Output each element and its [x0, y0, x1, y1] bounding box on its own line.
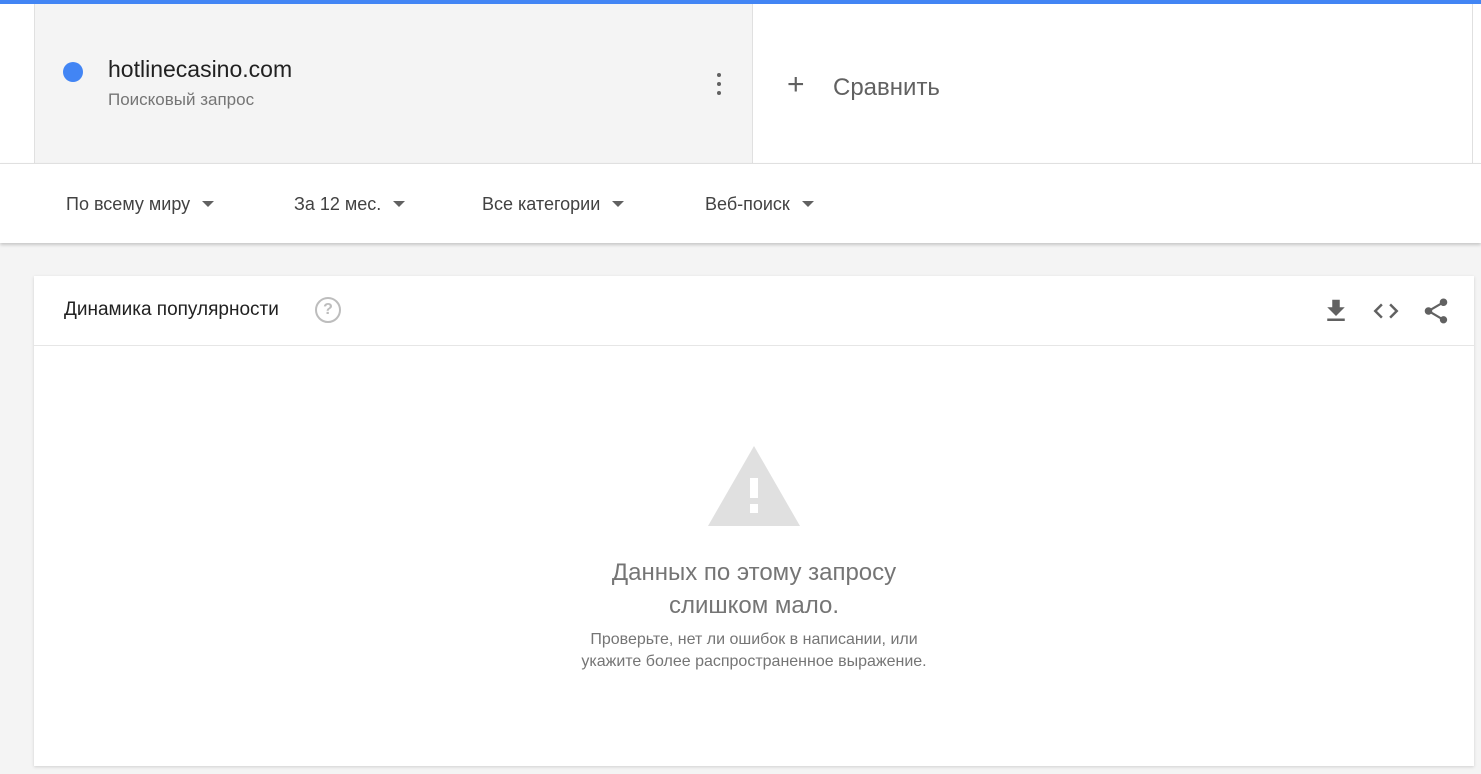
region-filter[interactable]: По всему миру — [66, 194, 215, 215]
widget-header: Динамика популярности ? — [34, 276, 1474, 346]
caret-down-icon — [612, 200, 625, 207]
compare-label: Сравнить — [833, 74, 940, 101]
caret-down-icon — [202, 200, 215, 207]
search-type-filter-label: Веб-поиск — [705, 194, 790, 214]
empty-state: Данных по этому запросу слишком мало. Пр… — [34, 346, 1474, 766]
more-vert-icon[interactable] — [709, 70, 729, 98]
category-filter-label: Все категории — [482, 194, 601, 214]
search-term-card[interactable]: hotlinecasino.com Поисковый запрос — [34, 4, 753, 163]
search-term-name[interactable]: hotlinecasino.com — [108, 56, 292, 83]
period-filter-label: За 12 мес. — [294, 194, 382, 214]
embed-code-icon[interactable] — [1371, 296, 1401, 326]
empty-state-hint-line: укажите более распространенное выражение… — [581, 653, 927, 670]
empty-state-title-line: слишком мало. — [668, 592, 840, 619]
empty-state-hint: Проверьте, нет ли ошибок в написании, ил… — [34, 629, 1474, 673]
search-type-filter[interactable]: Веб-поиск — [705, 194, 814, 215]
caret-down-icon — [801, 200, 814, 207]
search-term-type: Поисковый запрос — [108, 90, 255, 109]
region-filter-label: По всему миру — [66, 194, 191, 214]
help-icon[interactable]: ? — [315, 297, 341, 323]
category-filter[interactable]: Все категории — [482, 194, 625, 215]
warning-icon — [708, 446, 800, 526]
empty-state-hint-line: Проверьте, нет ли ошибок в написании, ил… — [590, 631, 918, 648]
filter-bar: По всему миру За 12 мес. Все категории В… — [0, 163, 1481, 243]
download-icon[interactable] — [1321, 296, 1351, 326]
empty-state-title-line: Данных по этому запросу — [611, 559, 897, 586]
empty-state-title: Данных по этому запросу слишком мало. — [34, 556, 1474, 622]
widget-title: Динамика популярности — [64, 299, 279, 320]
caret-down-icon — [393, 200, 406, 207]
compare-button[interactable]: + Сравнить — [753, 4, 1473, 163]
term-color-dot — [63, 62, 83, 82]
share-icon[interactable] — [1421, 296, 1451, 326]
period-filter[interactable]: За 12 мес. — [294, 194, 406, 215]
interest-over-time-widget: Динамика популярности ? Данных по этому … — [34, 276, 1474, 766]
plus-icon: + — [787, 68, 805, 101]
